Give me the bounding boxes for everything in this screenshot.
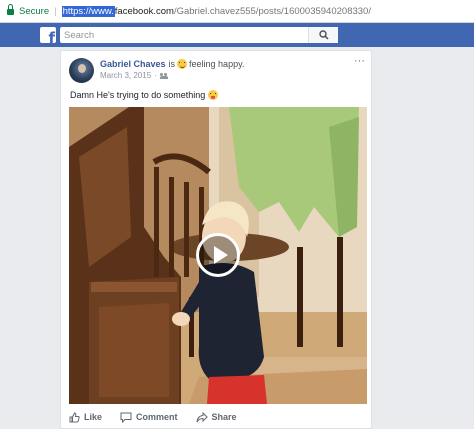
post-date[interactable]: March 3, 2015 xyxy=(100,71,151,80)
secure-label: Secure xyxy=(19,5,50,17)
post-message-text: Damn He's trying to do something xyxy=(70,90,206,100)
meta-separator: · xyxy=(154,71,157,80)
more-options-button[interactable]: ··· xyxy=(354,55,365,67)
comment-button[interactable]: Comment xyxy=(120,412,178,423)
post-meta: March 3, 2015 · xyxy=(100,71,168,80)
comment-label: Comment xyxy=(136,412,178,422)
avatar[interactable] xyxy=(69,58,94,83)
like-label: Like xyxy=(84,412,103,422)
play-icon[interactable] xyxy=(196,233,240,277)
tongue-emoji-icon xyxy=(208,90,219,100)
facebook-logo-icon[interactable]: f xyxy=(40,27,56,43)
author-name[interactable]: Gabriel Chaves xyxy=(100,59,166,69)
url-scheme[interactable]: https://www. xyxy=(61,5,115,17)
lock-icon xyxy=(7,4,14,15)
like-button[interactable]: Like xyxy=(69,411,103,423)
feeling-text: feeling happy. xyxy=(189,59,245,69)
search-icon xyxy=(318,30,329,40)
comment-icon xyxy=(120,412,132,423)
share-icon xyxy=(196,411,208,422)
search-input[interactable] xyxy=(60,27,308,43)
url-separator: | xyxy=(54,5,57,17)
browser-address-bar[interactable]: Secure | https://www. facebook.com/Gabrie… xyxy=(0,0,474,23)
video-player[interactable] xyxy=(69,107,367,404)
facebook-top-bar: f xyxy=(0,23,474,47)
post-card: Gabriel Chaves is feeling happy. March 3… xyxy=(60,50,372,429)
url-path[interactable]: /Gabriel.chavez555/posts/160003594020833… xyxy=(174,6,371,17)
is-label: is xyxy=(168,59,176,69)
search-box[interactable] xyxy=(60,27,338,43)
url-host[interactable]: facebook.com xyxy=(115,6,174,17)
post-header: Gabriel Chaves is feeling happy. xyxy=(100,59,244,69)
share-label: Share xyxy=(211,412,237,422)
post-actions: Like Comment Share xyxy=(69,409,255,425)
share-button[interactable]: Share xyxy=(196,411,237,423)
happy-emoji-icon xyxy=(177,59,188,69)
thumbs-up-icon xyxy=(69,411,80,422)
post-message: Damn He's trying to do something xyxy=(70,90,219,100)
search-button[interactable] xyxy=(308,27,338,43)
friends-icon[interactable] xyxy=(159,72,168,79)
